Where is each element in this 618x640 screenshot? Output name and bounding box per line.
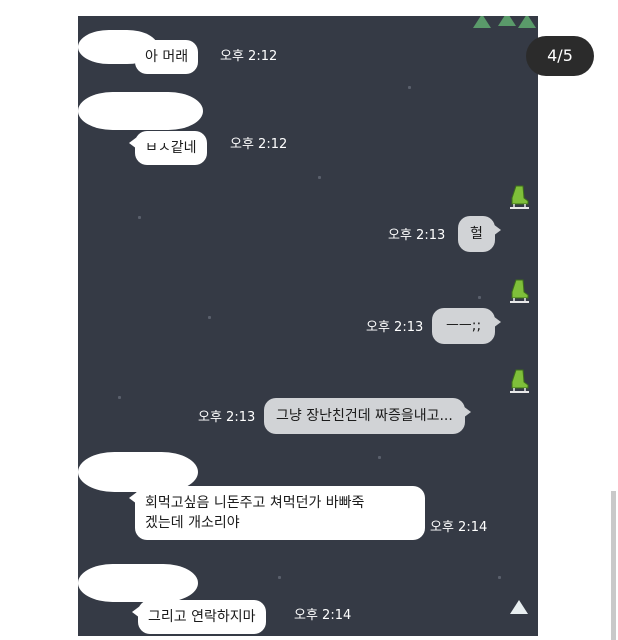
message-time: 오후 2:14 — [430, 520, 488, 535]
ice-skate-icon — [510, 369, 529, 393]
message-time: 오후 2:13 — [388, 228, 446, 243]
message-time: 오후 2:12 — [230, 137, 288, 152]
message-time: 오후 2:13 — [366, 320, 424, 335]
message-bubble: 그냥 장난친건데 짜증을내고... — [264, 398, 471, 434]
page-counter: 4/5 — [526, 36, 594, 76]
message-bubble: ㅂㅅ같네 — [129, 131, 207, 165]
message-time: 오후 2:14 — [294, 608, 352, 623]
message-bubble: 아 머래 — [128, 40, 199, 74]
message-bubble: 헐 — [458, 216, 501, 252]
redacted-avatar — [78, 92, 203, 130]
snow-dot — [378, 456, 381, 459]
pine-tree-icon — [510, 600, 528, 614]
message-time: 오후 2:12 — [220, 49, 278, 64]
scrollbar[interactable] — [611, 491, 616, 640]
pine-tree-icon — [498, 16, 516, 26]
message-bubble: ㅡㅡ;; — [432, 308, 502, 344]
message-time: 오후 2:13 — [198, 410, 256, 425]
chat-screenshot: 아 머래 오후 2:12 ㅂㅅ같네 오후 2:12 오후 2:13 헐 오후 2… — [78, 16, 538, 636]
message-bubble: 그리고 연락하지마 — [132, 600, 266, 634]
snow-dot — [498, 576, 501, 579]
ice-skate-icon — [510, 185, 529, 209]
ice-skate-icon — [510, 279, 529, 303]
message-bubble: 회먹고싶음 니돈주고 쳐먹던가 바빠죽 겠는데 개소리야 — [129, 486, 425, 540]
redacted-avatar — [78, 564, 198, 602]
pine-tree-icon — [518, 16, 536, 28]
snow-dot — [208, 316, 211, 319]
snow-dot — [478, 296, 481, 299]
pine-tree-icon — [473, 16, 491, 28]
snow-dot — [408, 86, 411, 89]
snow-dot — [318, 176, 321, 179]
snow-dot — [278, 576, 281, 579]
snow-dot — [118, 396, 121, 399]
snow-dot — [138, 216, 141, 219]
